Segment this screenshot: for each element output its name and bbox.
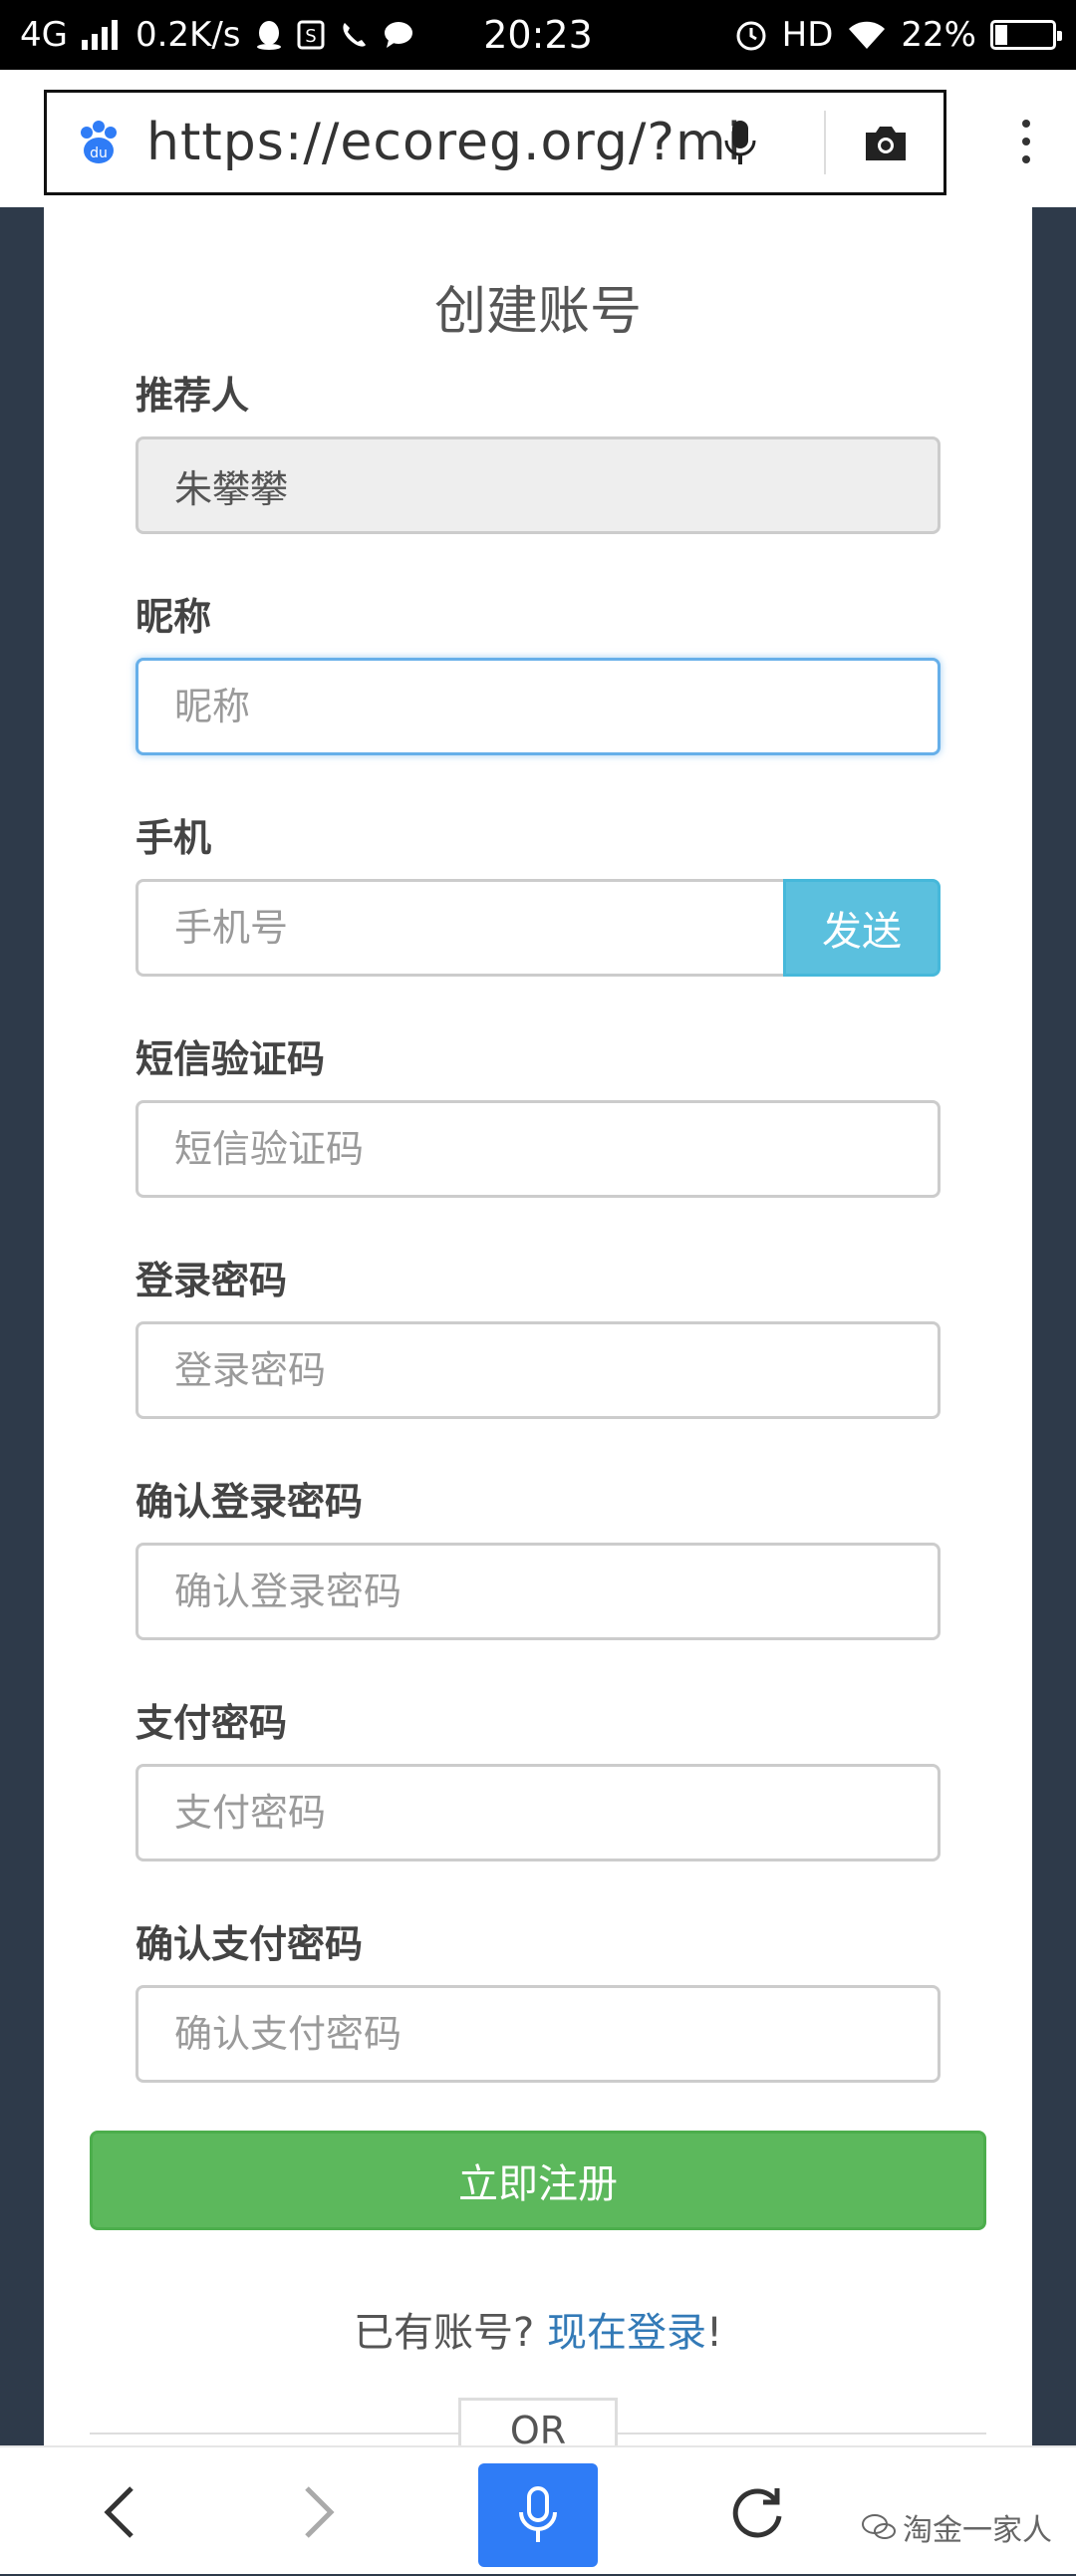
address-divider [824,111,826,174]
confirm-login-password-label: 确认登录密码 [135,1480,364,1524]
pay-password-input[interactable] [135,1764,941,1861]
status-right: HD 22% [734,15,1062,55]
camera-icon[interactable] [862,123,910,164]
browser-bottom-nav: 淘金一家人 [0,2445,1076,2574]
message-icon [384,22,412,48]
or-label: OR [458,2398,618,2445]
url-text[interactable]: https://ecoreg.org/?mid [146,113,744,172]
baidu-paw-icon: du [81,121,117,163]
battery-icon [990,20,1062,50]
register-button[interactable]: 立即注册 [90,2131,986,2230]
sim-icon: S [297,20,325,50]
wifi-icon [849,21,886,49]
referrer-label: 推荐人 [135,374,250,418]
page-title: 创建账号 [433,282,642,342]
login-prompt: 已有账号? 现在登录! [44,2300,1032,2358]
referrer-field[interactable] [135,436,941,534]
login-password-input[interactable] [135,1321,941,1419]
confirm-pay-password-input[interactable] [135,1985,941,2083]
svg-text:S: S [305,26,316,47]
login-now-link[interactable]: 现在登录 [547,2310,706,2356]
sms-code-label: 短信验证码 [135,1037,326,1081]
voice-button[interactable] [478,2463,598,2567]
back-button[interactable] [80,2447,159,2576]
missed-call-icon [342,23,366,47]
watermark: 淘金一家人 [861,2505,1052,2549]
login-password-label: 登录密码 [135,1259,288,1302]
pay-password-label: 支付密码 [135,1701,288,1745]
address-bar[interactable]: du https://ecoreg.org/?mid [44,90,946,195]
send-code-button[interactable]: 发送 [783,879,941,977]
nickname-label: 昵称 [135,595,212,639]
back-arrow-icon [104,2485,134,2538]
forward-arrow-icon [305,2485,335,2538]
svg-text:du: du [90,145,108,161]
status-left: 4G 0.2K/s S [20,15,414,55]
browser-toolbar: du https://ecoreg.org/?mid [0,70,1076,207]
refresh-icon [732,2487,782,2537]
microphone-icon [519,2486,557,2542]
confirm-login-password-input[interactable] [135,1543,941,1640]
forward-button[interactable] [279,2447,359,2576]
voice-search-icon[interactable] [720,117,760,168]
battery-percent: 22% [901,15,976,55]
status-bar: 4G 0.2K/s S 20:23 HD 22% [0,0,1076,70]
registration-card: 创建账号 推荐人 昵称 手机 发送 短信验证码 登录密码 确认登录密码 支付密码… [44,207,1032,2445]
phone-input[interactable] [135,879,783,977]
signal-icon [81,20,118,50]
watermark-text: 淘金一家人 [903,2513,1052,2548]
network-type: 4G [20,15,68,55]
confirm-pay-password-label: 确认支付密码 [135,1922,364,1966]
exclaim-text: ! [705,2310,722,2356]
hd-indicator: HD [781,15,834,55]
overflow-menu-icon[interactable] [1020,120,1032,167]
alarm-icon [736,21,766,51]
phone-label: 手机 [135,816,212,860]
nickname-input[interactable] [135,658,941,755]
network-speed: 0.2K/s [134,15,241,55]
refresh-button[interactable] [717,2447,797,2576]
sms-code-input[interactable] [135,1100,941,1198]
have-account-text: 已有账号? [354,2310,547,2356]
wechat-icon [862,2514,896,2539]
or-divider: OR [90,2398,986,2445]
qq-icon [256,21,281,50]
